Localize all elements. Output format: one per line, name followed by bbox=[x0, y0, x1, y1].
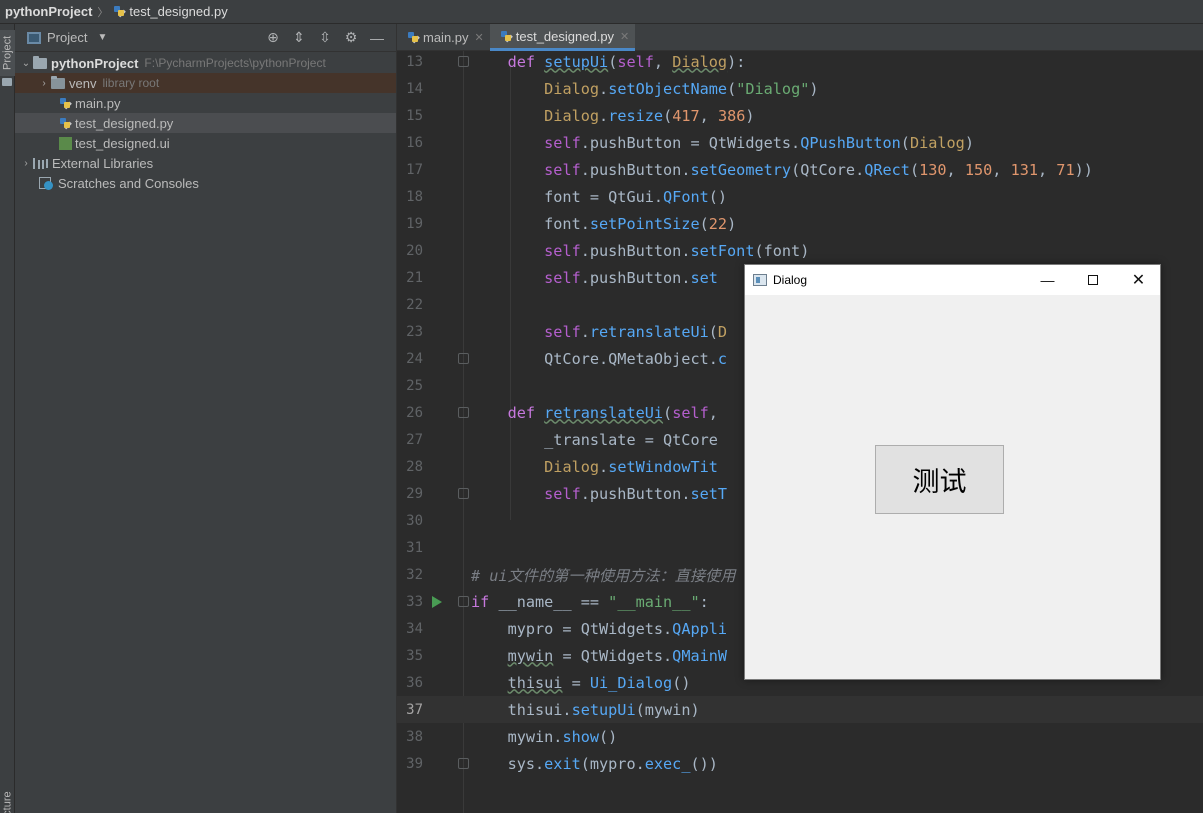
tree-item-external-libraries[interactable]: › External Libraries bbox=[15, 153, 396, 173]
fold-marker-icon[interactable] bbox=[458, 488, 469, 499]
tree-item-test-designed-ui[interactable]: test_designed.ui bbox=[15, 133, 396, 153]
dialog-title: Dialog bbox=[773, 273, 808, 287]
code-line[interactable]: 39 sys.exit(mypro.exec_()) bbox=[397, 750, 1203, 777]
tree-item-label: main.py bbox=[75, 95, 121, 111]
fold-marker-icon[interactable] bbox=[458, 407, 469, 418]
tree-item-label: test_designed.py bbox=[75, 115, 174, 131]
project-view-icon bbox=[27, 31, 41, 44]
maximize-button[interactable] bbox=[1070, 265, 1115, 295]
project-panel: Project ▼ ⊕ ⇕ ⇳ ⚙ — ⌄ pythonProject F:\P… bbox=[15, 24, 397, 813]
tree-item-label: venv bbox=[69, 75, 97, 91]
code-line[interactable]: 38 mywin.show() bbox=[397, 723, 1203, 750]
tab-main-py[interactable]: main.py ✕ bbox=[397, 24, 490, 51]
minimize-button[interactable]: — bbox=[1025, 265, 1070, 295]
dialog-window: Dialog — ✕ 测试 bbox=[744, 264, 1161, 680]
breadcrumb-file[interactable]: test_designed.py bbox=[113, 4, 228, 19]
tree-item-pythonproject[interactable]: ⌄ pythonProject F:\PycharmProjects\pytho… bbox=[15, 53, 396, 73]
folder-icon[interactable] bbox=[2, 78, 12, 86]
expand-all-icon[interactable]: ⇕ bbox=[286, 28, 312, 48]
scratches-icon bbox=[39, 176, 53, 190]
left-tool-strip: Project Structure bbox=[0, 24, 15, 813]
close-icon[interactable]: ✕ bbox=[620, 30, 629, 43]
hide-panel-icon[interactable]: — bbox=[364, 28, 390, 48]
folder-icon bbox=[33, 55, 47, 69]
code-line[interactable]: 13 def setupUi(self, Dialog): bbox=[397, 48, 1203, 75]
chevron-right-icon[interactable]: › bbox=[19, 158, 33, 169]
fold-marker-icon[interactable] bbox=[458, 758, 469, 769]
structure-tool-tab[interactable]: Structure bbox=[0, 792, 15, 813]
python-file-icon bbox=[59, 97, 72, 110]
locate-icon[interactable]: ⊕ bbox=[260, 28, 286, 48]
tree-item-scratches[interactable]: Scratches and Consoles bbox=[15, 173, 396, 193]
maximize-icon bbox=[1087, 275, 1098, 285]
breadcrumb-file-label: test_designed.py bbox=[129, 4, 228, 19]
tree-item-test-designed-py[interactable]: test_designed.py bbox=[15, 113, 396, 133]
close-icon[interactable]: ✕ bbox=[475, 31, 484, 44]
code-line[interactable]: 14 Dialog.setObjectName("Dialog") bbox=[397, 75, 1203, 102]
fold-marker-icon[interactable] bbox=[458, 56, 469, 67]
gear-icon[interactable]: ⚙ bbox=[338, 28, 364, 48]
tree-item-path: F:\PycharmProjects\pythonProject bbox=[144, 56, 326, 70]
run-icon[interactable] bbox=[432, 595, 442, 608]
project-panel-header: Project ▼ ⊕ ⇕ ⇳ ⚙ — bbox=[15, 24, 396, 52]
project-panel-title[interactable]: Project bbox=[47, 30, 87, 45]
window-icon bbox=[753, 274, 767, 286]
folder-icon bbox=[51, 75, 65, 89]
tab-label: test_designed.py bbox=[515, 28, 615, 44]
tree-item-label: pythonProject bbox=[51, 55, 139, 71]
code-line[interactable]: 16 self.pushButton = QtWidgets.QPushButt… bbox=[397, 129, 1203, 156]
close-button[interactable]: ✕ bbox=[1116, 265, 1161, 295]
tree-item-hint: library root bbox=[102, 76, 160, 90]
breadcrumb-separator: 〉 bbox=[97, 6, 109, 19]
python-file-icon bbox=[113, 5, 127, 18]
python-file-icon bbox=[407, 31, 420, 44]
test-push-button[interactable]: 测试 bbox=[875, 445, 1004, 514]
code-line[interactable]: 20 self.pushButton.setFont(font) bbox=[397, 237, 1203, 264]
project-panel-toolbar: ⊕ ⇕ ⇳ ⚙ — bbox=[260, 28, 390, 48]
chevron-right-icon[interactable]: › bbox=[37, 78, 51, 89]
code-line[interactable]: 18 font = QtGui.QFont() bbox=[397, 183, 1203, 210]
chevron-down-icon[interactable]: ▼ bbox=[97, 32, 107, 43]
library-icon bbox=[33, 157, 47, 169]
tree-item-label: Scratches and Consoles bbox=[58, 175, 199, 191]
fold-marker-icon[interactable] bbox=[458, 596, 469, 607]
tree-item-venv[interactable]: › venv library root bbox=[15, 73, 396, 93]
code-line[interactable]: 17 self.pushButton.setGeometry(QtCore.QR… bbox=[397, 156, 1203, 183]
editor-tabs: main.py ✕ test_designed.py ✕ bbox=[397, 24, 1203, 51]
code-line-current[interactable]: 37 thisui.setupUi(mywin) bbox=[397, 696, 1203, 723]
project-tool-tab[interactable]: Project bbox=[0, 30, 15, 76]
python-file-icon bbox=[500, 30, 513, 43]
chevron-down-icon[interactable]: ⌄ bbox=[19, 58, 33, 69]
code-line[interactable]: 15 Dialog.resize(417, 386) bbox=[397, 102, 1203, 129]
tab-test-designed-py[interactable]: test_designed.py ✕ bbox=[489, 24, 636, 51]
project-tree: ⌄ pythonProject F:\PycharmProjects\pytho… bbox=[15, 52, 396, 193]
breadcrumb-project[interactable]: pythonProject bbox=[5, 4, 92, 19]
collapse-all-icon[interactable]: ⇳ bbox=[312, 28, 338, 48]
code-line[interactable]: 19 font.setPointSize(22) bbox=[397, 210, 1203, 237]
breadcrumb: pythonProject 〉 test_designed.py bbox=[0, 0, 1203, 24]
ui-file-icon bbox=[59, 136, 72, 150]
tree-item-label: test_designed.ui bbox=[75, 135, 170, 151]
tab-label: main.py bbox=[423, 30, 469, 45]
tree-item-main-py[interactable]: main.py bbox=[15, 93, 396, 113]
python-file-icon bbox=[59, 117, 72, 130]
tree-item-label: External Libraries bbox=[52, 155, 154, 171]
fold-marker-icon[interactable] bbox=[458, 353, 469, 364]
